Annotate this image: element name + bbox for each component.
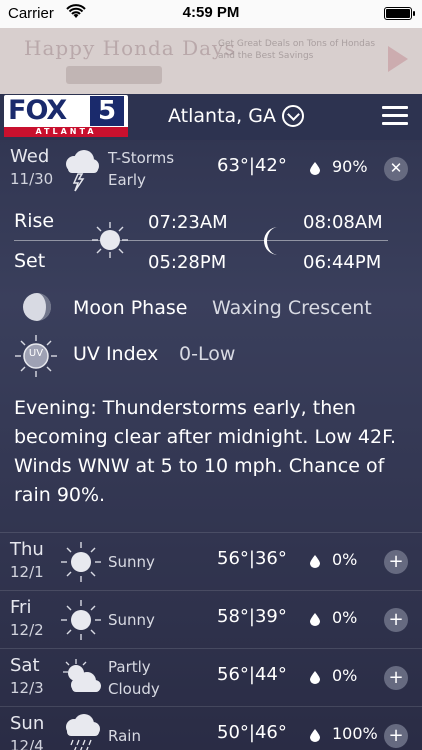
date-label: 12/1 (10, 563, 44, 581)
set-label: Set (14, 250, 46, 272)
battery-icon (384, 7, 415, 20)
day-label: Thu (10, 539, 44, 560)
day-label: Wed (10, 146, 50, 167)
forecast-row[interactable]: Thu 12/1 Sunny 56°|36° 0% + (0, 532, 422, 590)
ad-copy: Get Great Deals on Tons of Hondas and th… (218, 39, 376, 61)
sun-icon (92, 222, 128, 258)
rise-label: Rise (14, 210, 55, 232)
expand-button[interactable]: + (384, 724, 408, 748)
condition-line1: Sunny (108, 553, 155, 571)
ad-cta-button[interactable] (66, 66, 162, 84)
fox5-logo: FOX 5 ATLANTA (4, 95, 128, 137)
rain-icon (66, 714, 100, 750)
collapse-button[interactable]: ✕ (384, 157, 408, 181)
expand-button[interactable]: + (384, 608, 408, 632)
moon-phase-label: Moon Phase (73, 297, 188, 319)
moon-icon (264, 227, 278, 255)
condition-line1: Partly (108, 658, 151, 676)
moon-phase-value: Waxing Crescent (212, 297, 372, 319)
temperature-high-low: 63°|42° (217, 155, 287, 176)
sunrise-time: 07:23AM (148, 212, 228, 233)
today-row[interactable]: Wed 11/30 T-Storms Early 63°|42° 90% ✕ (0, 140, 422, 198)
forecast-row[interactable]: Sun 12/4 Rain 50°|46° 100% + (0, 706, 422, 750)
temperature-high-low: 50°|46° (217, 722, 287, 743)
condition-line2: Early (108, 171, 146, 189)
moon-phase-icon (23, 293, 51, 321)
sunny-icon (61, 542, 101, 582)
raindrop-icon (310, 555, 320, 568)
precip-chance: 0% (332, 608, 358, 627)
precip-chance: 100% (332, 724, 378, 743)
logo-number: 5 (90, 96, 124, 126)
status-bar: Carrier 4:59 PM (0, 0, 422, 28)
thunderstorm-icon (66, 150, 99, 192)
uv-index-value: 0-Low (179, 343, 236, 365)
expand-button[interactable]: + (384, 550, 408, 574)
date-label: 12/2 (10, 621, 44, 639)
logo-text: FOX (8, 95, 67, 126)
moonrise-time: 08:08AM (303, 212, 383, 233)
expand-button[interactable]: + (384, 666, 408, 690)
ad-play-icon[interactable] (388, 46, 408, 72)
condition-line2: Cloudy (108, 680, 160, 698)
temperature-high-low: 58°|39° (217, 606, 287, 627)
uv-index-icon: UV (14, 334, 58, 378)
uv-index-label: UV Index (73, 343, 159, 365)
sunset-time: 05:28PM (148, 252, 227, 273)
day-label: Sun (10, 713, 45, 734)
condition-line1: Sunny (108, 611, 155, 629)
logo-city: ATLANTA (4, 127, 128, 137)
forecast-row[interactable]: Sat 12/3 Partly Cloudy 56°|44° 0% + (0, 648, 422, 706)
partly-cloudy-icon (63, 659, 101, 692)
precip-chance: 90% (332, 157, 368, 176)
location-name[interactable]: Atlanta, GA (168, 105, 276, 127)
date-label: 11/30 (10, 170, 54, 188)
date-label: 12/3 (10, 679, 44, 697)
app-header: FOX 5 ATLANTA Atlanta, GA (0, 94, 422, 140)
raindrop-icon (310, 671, 320, 684)
status-time: 4:59 PM (182, 4, 240, 21)
temperature-high-low: 56°|44° (217, 664, 287, 685)
chevron-down-icon[interactable] (282, 105, 304, 127)
precip-chance: 0% (332, 666, 358, 685)
condition-line1: T-Storms (108, 149, 175, 167)
ad-banner[interactable]: Happy Honda Days Get Great Deals on Tons… (0, 28, 422, 94)
precip-chance: 0% (332, 550, 358, 569)
temperature-high-low: 56°|36° (217, 548, 287, 569)
day-label: Fri (10, 597, 32, 618)
forecast-description: Evening: Thunderstorms early, then becom… (14, 397, 396, 506)
horizon-divider (14, 240, 388, 241)
condition-line1: Rain (108, 727, 141, 745)
raindrop-icon (310, 729, 320, 742)
moonset-time: 06:44PM (303, 252, 382, 273)
date-label: 12/4 (10, 737, 44, 750)
raindrop-icon (310, 613, 320, 626)
raindrop-icon (310, 162, 320, 175)
ad-title: Happy Honda Days (24, 36, 236, 60)
hamburger-menu-icon[interactable] (382, 106, 408, 126)
sunny-icon (61, 600, 101, 640)
uv-icon-text: UV (28, 348, 44, 359)
day-detail-panel: Rise Set 07:23AM 05:28PM 08:08AM 06:44PM… (0, 198, 422, 532)
forecast-row[interactable]: Fri 12/2 Sunny 58°|39° 0% + (0, 590, 422, 648)
day-label: Sat (10, 655, 40, 676)
